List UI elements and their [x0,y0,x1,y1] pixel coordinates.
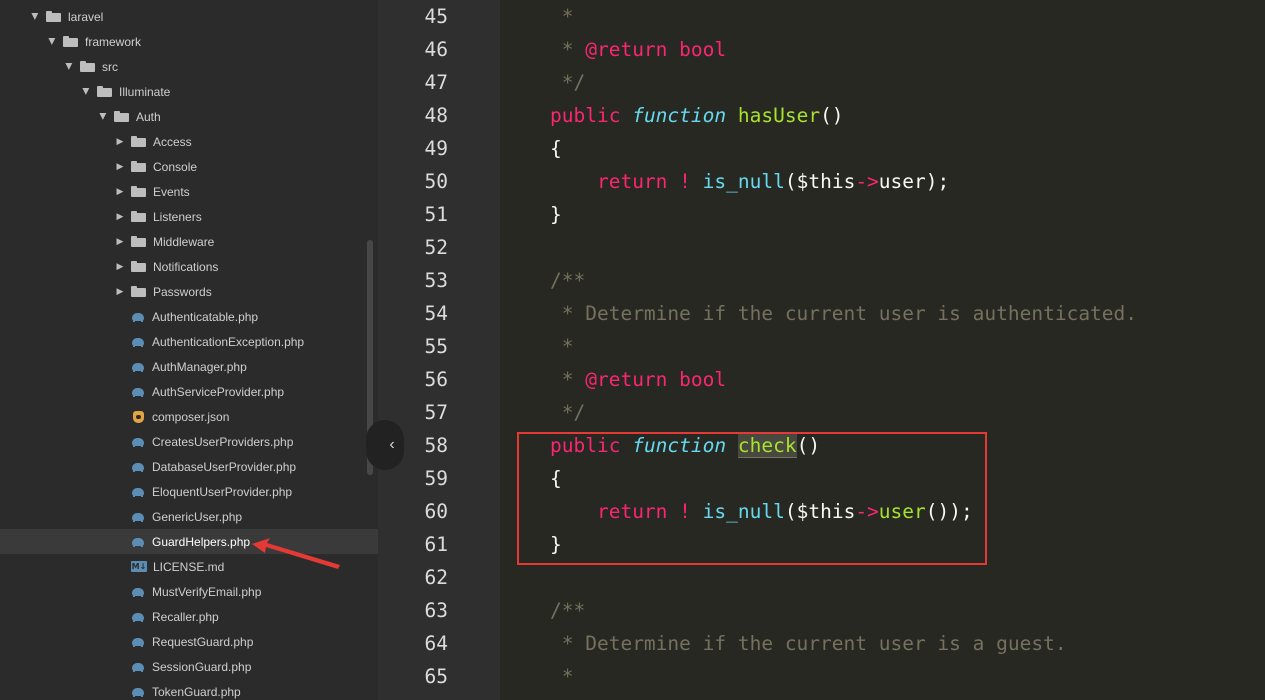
line-number: 56 [424,368,448,391]
code-text: /** [550,269,586,292]
code-text: * [550,335,574,358]
code-text: * Determine if the current user is authe… [550,302,1138,325]
code-text: } [550,203,562,226]
line-number: 47 [424,71,448,94]
code-text: return ! is_null($this->user); [596,170,950,193]
code-line: 57 */ [0,396,1265,429]
code-text: */ [550,401,586,424]
code-line: 62 [0,561,1265,594]
line-number: 46 [424,38,448,61]
line-number: 62 [424,566,448,589]
line-number: 60 [424,500,448,523]
code-line: 53 /** [0,264,1265,297]
code-text: public function hasUser() [550,104,844,127]
code-text: */ [550,71,586,94]
annotation-arrow-icon [252,538,340,569]
code-line: 65 * [0,660,1265,693]
code-line: 63 /** [0,594,1265,627]
line-number: 53 [424,269,448,292]
code-text: /** [550,599,586,622]
line-number: 50 [424,170,448,193]
code-text: { [550,137,562,160]
code-line: 55 * [0,330,1265,363]
line-number: 61 [424,533,448,556]
code-line: 50 return ! is_null($this->user); [0,165,1265,198]
code-text: * @return bool [550,38,727,61]
code-text: * @return bool [550,368,727,391]
code-line: 52 [0,231,1265,264]
line-number: 58 [424,434,448,457]
line-number: 49 [424,137,448,160]
annotation-highlight-box [517,432,987,565]
code-line: 51 } [0,198,1265,231]
code-line: 56 * @return bool [0,363,1265,396]
code-text: * Determine if the current user is a gue… [550,632,1067,655]
line-number: 65 [424,665,448,688]
line-number: 52 [424,236,448,259]
line-number: 63 [424,599,448,622]
line-number: 57 [424,401,448,424]
line-number: 59 [424,467,448,490]
code-line: 47 */ [0,66,1265,99]
code-line: 48 public function hasUser() [0,99,1265,132]
code-line: 45 * [0,0,1265,33]
code-line: 54 * Determine if the current user is au… [0,297,1265,330]
line-number: 54 [424,302,448,325]
line-number: 64 [424,632,448,655]
line-number: 55 [424,335,448,358]
code-text: * [550,5,574,28]
line-number: 51 [424,203,448,226]
line-number: 48 [424,104,448,127]
code-line: 49 { [0,132,1265,165]
line-number: 45 [424,5,448,28]
code-line: 64 * Determine if the current user is a … [0,627,1265,660]
code-text: * [550,665,574,688]
code-line: 46 * @return bool [0,33,1265,66]
